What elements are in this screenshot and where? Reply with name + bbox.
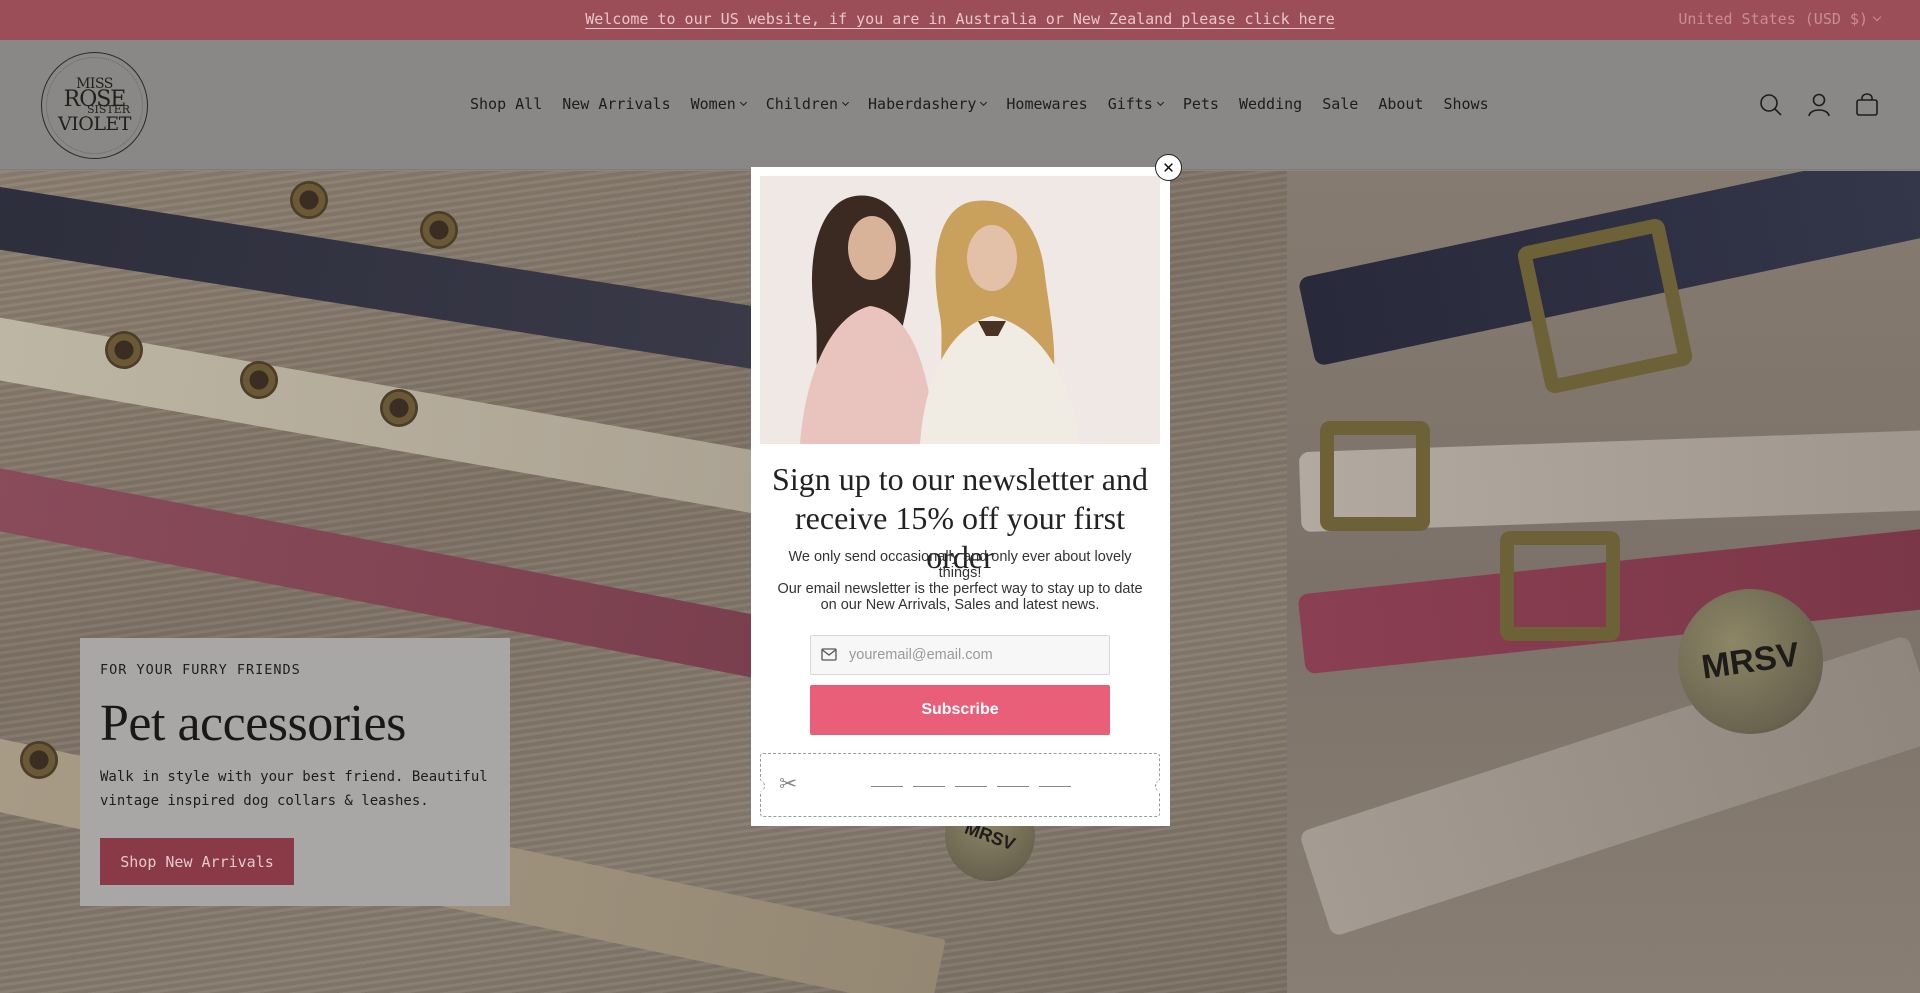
email-field[interactable] bbox=[849, 647, 1099, 663]
site-header: MISS ROSE SISTER VIOLET Shop All New Arri… bbox=[0, 40, 1920, 170]
nav-item-about[interactable]: About bbox=[1378, 95, 1423, 113]
nav-item-label: New Arrivals bbox=[562, 95, 671, 113]
buckle bbox=[1320, 421, 1430, 531]
nav-item-shop-all[interactable]: Shop All bbox=[470, 95, 542, 113]
hero-card: FOR YOUR FURRY FRIENDS Pet accessories W… bbox=[80, 638, 510, 906]
coupon-box: ✂ bbox=[755, 753, 1165, 817]
chevron-down-icon bbox=[1872, 12, 1882, 22]
nav-item-new-arrivals[interactable]: New Arrivals bbox=[562, 95, 670, 113]
scissors-icon: ✂ bbox=[779, 772, 798, 797]
logo-line-4: VIOLET bbox=[58, 113, 131, 135]
hero-eyebrow: FOR YOUR FURRY FRIENDS bbox=[100, 662, 301, 678]
search-icon[interactable] bbox=[1758, 92, 1784, 118]
nav-item-sale[interactable]: Sale bbox=[1322, 95, 1358, 113]
shop-new-arrivals-button[interactable]: Shop New Arrivals bbox=[100, 838, 294, 885]
nav-item-label: Shows bbox=[1443, 95, 1489, 113]
email-field-wrapper bbox=[810, 635, 1110, 675]
nav-item-label: Sale bbox=[1322, 95, 1359, 113]
chevron-down-icon bbox=[739, 98, 747, 106]
grommet bbox=[380, 389, 418, 427]
chevron-down-icon bbox=[841, 98, 850, 106]
nav-item-wedding[interactable]: Wedding bbox=[1239, 95, 1302, 113]
buckle bbox=[1516, 217, 1694, 395]
announcement-link[interactable]: Welcome to our US website, if you are in… bbox=[0, 10, 1920, 28]
popup-description: We only send occasionally and only ever … bbox=[777, 549, 1143, 613]
coupon-code-placeholder bbox=[871, 786, 1071, 788]
newsletter-popup: Sign up to our newsletter and receive 15… bbox=[751, 167, 1170, 826]
logo[interactable]: MISS ROSE SISTER VIOLET bbox=[41, 52, 148, 159]
nav-item-haberdashery[interactable]: Haberdashery bbox=[868, 95, 988, 113]
cart-icon[interactable] bbox=[1854, 92, 1880, 118]
coupon-notch bbox=[755, 780, 765, 792]
nav-item-pets[interactable]: Pets bbox=[1183, 95, 1219, 113]
grommet bbox=[20, 741, 58, 779]
buckle bbox=[1500, 531, 1620, 641]
nav-item-label: Women bbox=[690, 95, 736, 113]
currency-selector[interactable]: United States (USD $) bbox=[1678, 10, 1882, 28]
nav-item-label: Shop All bbox=[470, 95, 543, 113]
nav-item-children[interactable]: Children bbox=[765, 95, 850, 113]
announcement-bar: Welcome to our US website, if you are in… bbox=[0, 0, 1920, 40]
account-icon[interactable] bbox=[1806, 92, 1832, 118]
popup-image bbox=[760, 176, 1160, 444]
hero-body: Walk in style with your best friend. Bea… bbox=[100, 769, 488, 809]
close-icon: ✕ bbox=[1162, 158, 1175, 177]
nav-item-label: Pets bbox=[1182, 95, 1219, 113]
nav-item-label: Homewares bbox=[1006, 95, 1088, 113]
nav-item-label: About bbox=[1378, 95, 1424, 113]
mail-icon bbox=[821, 646, 837, 665]
nav-item-gifts[interactable]: Gifts bbox=[1107, 95, 1164, 113]
nav-item-label: Wedding bbox=[1238, 95, 1303, 113]
nav-item-shows[interactable]: Shows bbox=[1443, 95, 1488, 113]
grommet bbox=[290, 181, 328, 219]
chevron-down-icon bbox=[980, 98, 988, 106]
grommet bbox=[420, 211, 458, 249]
grommet bbox=[105, 331, 143, 369]
nav-item-label: Haberdashery bbox=[868, 95, 977, 113]
grommet bbox=[240, 361, 278, 399]
nav-item-label: Children bbox=[765, 95, 839, 113]
subscribe-button[interactable]: Subscribe bbox=[810, 685, 1110, 735]
nav-item-label: Gifts bbox=[1107, 95, 1153, 113]
pet-tag-text: MRSV bbox=[1699, 635, 1802, 687]
hero-title: Pet accessories bbox=[100, 695, 406, 752]
popup-text-line-1: We only send occasionally and only ever … bbox=[788, 549, 1132, 581]
coupon-notch bbox=[1155, 780, 1165, 792]
chevron-down-icon bbox=[1156, 98, 1164, 106]
nav-item-women[interactable]: Women bbox=[690, 95, 747, 113]
header-icons bbox=[1758, 92, 1880, 118]
nav-item-homewares[interactable]: Homewares bbox=[1006, 95, 1087, 113]
main-nav: Shop All New Arrivals Women Children Haberda… bbox=[470, 95, 1489, 113]
popup-text-line-2: Our email newsletter is the perfect way … bbox=[777, 581, 1143, 613]
close-popup-button[interactable]: ✕ bbox=[1155, 154, 1182, 181]
currency-label: United States (USD $) bbox=[1678, 10, 1868, 28]
